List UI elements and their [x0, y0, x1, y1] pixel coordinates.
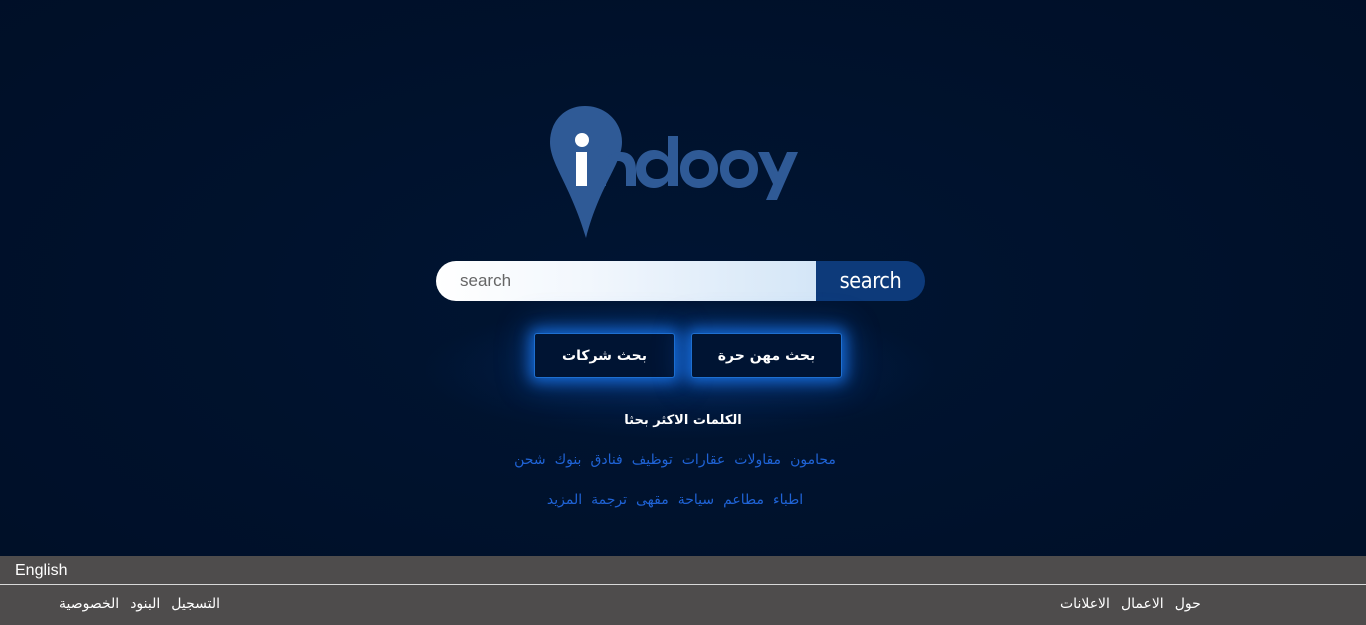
footer-language-bar: English	[0, 556, 1366, 585]
keyword-link[interactable]: فنادق	[590, 452, 622, 468]
search-bar: search	[436, 261, 925, 301]
search-professions-button[interactable]: بحث مهن حرة	[691, 333, 842, 378]
page: search بحث شركات بحث مهن حرة الكلمات الا…	[0, 0, 1366, 625]
indooy-logo[interactable]	[548, 104, 798, 244]
popular-keywords-title: الكلمات الاكثر بحثا	[624, 413, 742, 428]
keyword-link[interactable]: مقاولات	[734, 452, 781, 468]
popular-keywords-row-2: المزيد ترجمة مقهى سياحة مطاعم اطباء	[470, 492, 880, 508]
footer-left-links: الخصوصية البنود التسجيل	[59, 596, 220, 612]
search-button[interactable]: search	[822, 261, 919, 301]
search-input[interactable]	[436, 261, 816, 301]
keyword-link[interactable]: اطباء	[773, 492, 803, 508]
footer-link-ads[interactable]: الاعلانات	[1060, 596, 1110, 612]
footer-link-terms[interactable]: البنود	[130, 596, 160, 612]
footer-link-business[interactable]: الاعمال	[1121, 596, 1164, 612]
keyword-link[interactable]: سياحة	[678, 492, 714, 508]
footer-link-register[interactable]: التسجيل	[171, 596, 220, 612]
keyword-link[interactable]: عقارات	[682, 452, 726, 468]
language-switch-link[interactable]: English	[15, 562, 67, 580]
more-keywords-link[interactable]: المزيد	[547, 492, 582, 508]
footer: الخصوصية البنود التسجيل الاعلانات الاعما…	[0, 585, 1366, 625]
keyword-link[interactable]: مقهى	[636, 492, 669, 508]
search-companies-button[interactable]: بحث شركات	[534, 333, 675, 378]
logo-graphic	[550, 106, 798, 238]
popular-keywords-row-1: شحن بنوك فنادق توظيف عقارات مقاولات محام…	[470, 452, 880, 468]
search-button-container: search	[816, 261, 925, 301]
keyword-link[interactable]: توظيف	[632, 452, 673, 468]
keyword-link[interactable]: ترجمة	[591, 492, 627, 508]
footer-link-about[interactable]: حول	[1175, 596, 1201, 612]
footer-link-privacy[interactable]: الخصوصية	[59, 596, 119, 612]
footer-right-links: الاعلانات الاعمال حول	[1060, 596, 1201, 612]
keyword-link[interactable]: بنوك	[555, 452, 582, 468]
keyword-link[interactable]: محامون	[790, 452, 836, 468]
keyword-link[interactable]: شحن	[514, 452, 545, 468]
keyword-link[interactable]: مطاعم	[723, 492, 764, 508]
